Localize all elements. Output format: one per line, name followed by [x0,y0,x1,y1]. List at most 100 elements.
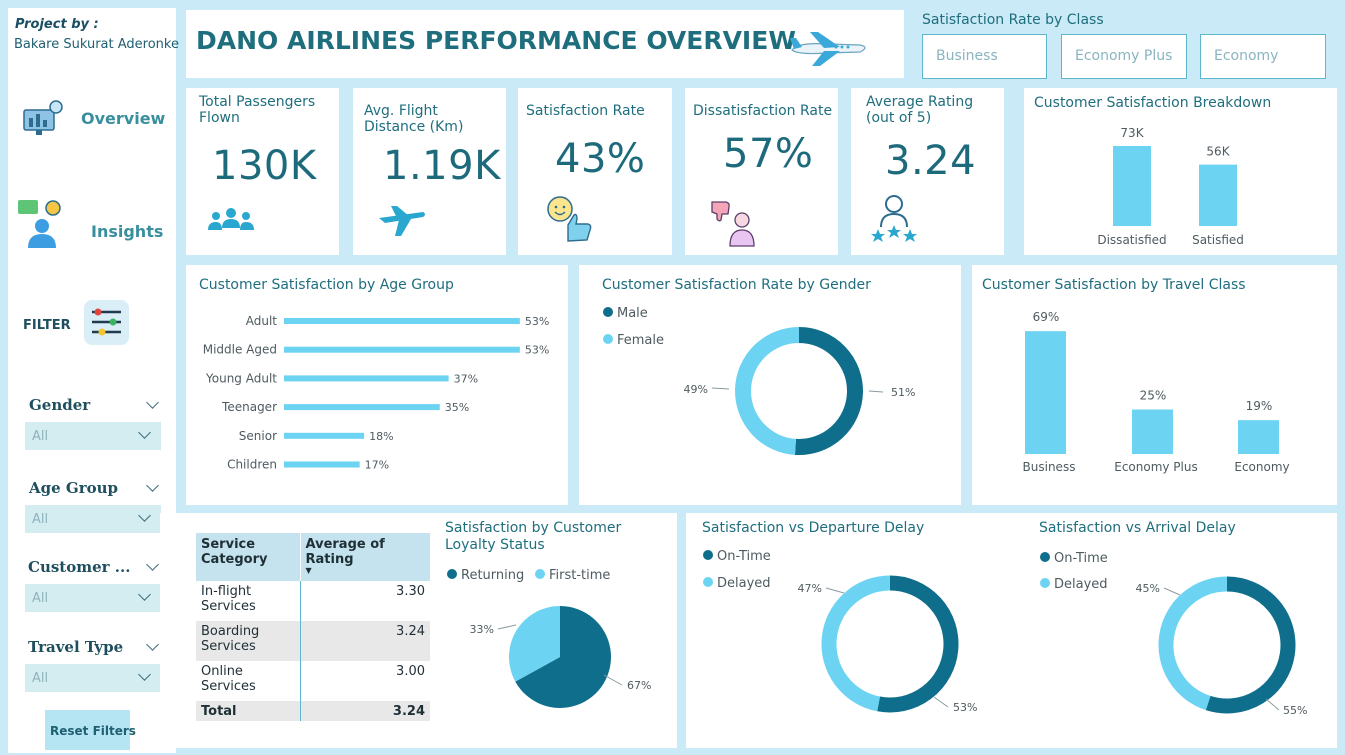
travel-type-slicer-value: All [32,671,49,686]
class-economy-plus-button[interactable]: Economy Plus [1061,34,1187,79]
data-label: 45% [1136,582,1160,595]
chevron-down-icon[interactable] [146,396,159,409]
bar [284,461,360,468]
chevron-down-icon[interactable] [146,479,159,492]
chevron-down-icon [138,588,151,601]
bar [1113,146,1151,226]
travel-class-chart: 69% Business 25% Economy Plus 19% Economy [1023,310,1290,474]
kpi-value: 57% [723,131,814,177]
class-business-label: Business [936,48,998,64]
legend-marker [1040,552,1050,562]
data-label: 25% [1140,389,1167,403]
leader-line [497,624,517,630]
category-label: Teenager [221,400,277,414]
age-group-chart: Adult 53% Middle Aged 53% Young Adult 37% Teen… [203,314,550,472]
kpi-title: Total Passengers Flown [199,94,316,126]
category-label: Economy [1234,460,1289,474]
data-label: 51% [891,386,915,399]
data-label: 35% [445,401,469,414]
bar [284,404,440,411]
donut-slice [821,575,891,712]
bar [1238,420,1279,454]
donut-slice [877,575,959,713]
leader-line [868,390,884,393]
breakdown-chart: 73K Dissatisfied 56K Satisfied [1097,126,1244,247]
data-label: 56K [1206,145,1230,159]
kpi-value: 130K [212,143,317,189]
customer-slicer-label: Customer ... [28,558,131,576]
customer-slicer-value: All [32,591,49,606]
sliders-icon [84,300,129,345]
data-label: 53% [953,701,977,714]
legend-label: Delayed [717,576,771,591]
legend-marker [603,307,613,317]
category-label: Middle Aged [203,343,277,357]
travel-type-slicer[interactable]: All [25,664,161,692]
data-label: 53% [525,315,549,328]
category-label: Senior [239,429,277,443]
legend-label: Female [617,333,664,348]
class-business-button[interactable]: Business [922,34,1047,79]
header-banner: DANO AIRLINES PERFORMANCE OVERVIEW [186,10,904,78]
data-label: 17% [365,459,389,472]
kpi-total-passengers: Total Passengers Flown 130K [186,88,339,255]
gender-slicer[interactable]: All [25,422,161,450]
thumbs-up-icon [547,196,592,242]
reset-filters-label: Reset Filters [50,724,136,738]
data-label: 73K [1120,126,1144,140]
kpi-value: 1.19K [383,143,501,189]
airplane-icon [379,206,425,236]
data-label: 19% [1246,399,1273,413]
class-economy-plus-label: Economy Plus [1075,48,1173,64]
data-label: 49% [684,383,708,396]
age-group-slicer[interactable]: All [25,505,161,533]
project-by-label: Project by : [15,17,99,32]
age-group-slicer-label: Age Group [29,479,119,497]
donut-slice [1205,576,1296,714]
kpi-value: 3.24 [885,138,977,184]
kpi-dissatisfaction-rate: Dissatisfaction Rate 57% [685,88,838,255]
delay-card: Satisfaction vs Departure Delay Satisfac… [686,513,1337,748]
chevron-down-icon [138,426,151,439]
bar [284,432,365,439]
gender-slicer-label: Gender [29,396,91,414]
data-label: 69% [1033,310,1060,324]
class-economy-button[interactable]: Economy [1200,34,1326,79]
chevron-down-icon [138,509,151,522]
leader-line [1265,698,1280,711]
leader-line [711,387,730,390]
thumbs-down-icon [711,201,755,247]
legend-label: Returning [461,568,524,583]
kpi-title: Avg. Flight Distance (Km) [364,103,464,135]
data-label: 67% [627,679,651,692]
legend-label: Male [617,306,648,321]
star-rating-icon [871,195,917,242]
category-label: Dissatisfied [1097,233,1166,247]
legend-label: First-time [549,568,610,583]
nav-insights[interactable]: Insights [16,196,166,251]
data-label: 47% [798,582,822,595]
class-filter-title: Satisfaction Rate by Class [922,12,1104,28]
travel-class-card: Customer Satisfaction by Travel Class 69… [972,265,1337,505]
chevron-down-icon[interactable] [146,558,159,571]
bar [1199,164,1237,226]
bar [1132,409,1173,454]
nav-overview[interactable]: Overview [16,93,166,143]
nav-overview-label: Overview [81,109,166,128]
data-label: 53% [525,344,549,357]
gender-chart: Male Female 51% 49% [603,306,915,455]
reset-filters-button[interactable]: Reset Filters [45,710,136,750]
category-label: Business [1023,460,1076,474]
legend-marker [447,569,457,579]
class-economy-label: Economy [1214,48,1279,64]
customer-slicer[interactable]: All [25,584,161,612]
chevron-down-icon[interactable] [146,638,159,651]
leader-line [825,587,845,594]
category-label: Economy Plus [1114,460,1198,474]
data-label: 55% [1283,704,1307,717]
kpi-value: 43% [555,136,646,182]
chevron-down-icon [138,668,151,681]
kpi-title: Dissatisfaction Rate [693,103,833,119]
legend-marker [603,334,613,344]
travel-type-slicer-label: Travel Type [28,638,124,656]
